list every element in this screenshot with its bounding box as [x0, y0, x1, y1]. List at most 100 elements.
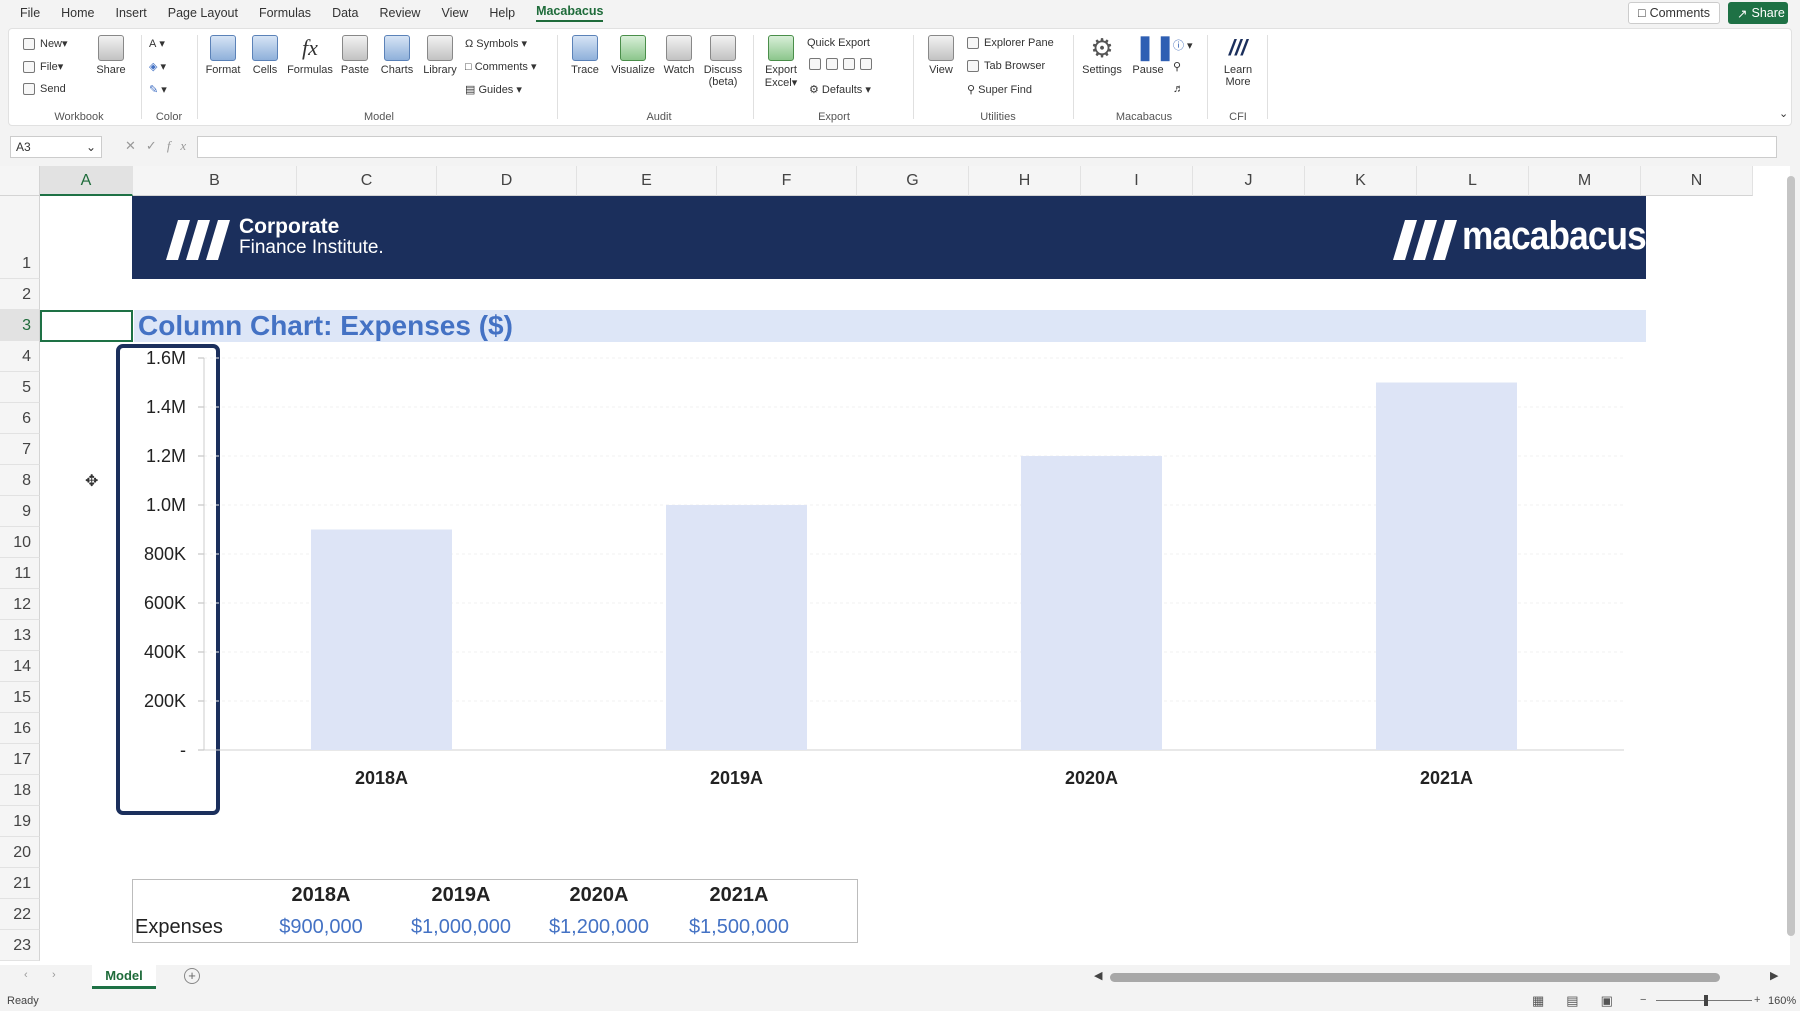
row-header-13[interactable]: 13: [0, 620, 40, 651]
sheet-nav-left-icon[interactable]: ‹: [24, 969, 28, 981]
menu-tab-insert[interactable]: Insert: [116, 6, 147, 20]
cancel-icon[interactable]: ✕: [125, 138, 146, 153]
fx-icon[interactable]: fx: [167, 138, 196, 153]
trace-button[interactable]: Trace: [565, 35, 605, 76]
column-header-a[interactable]: A: [40, 166, 133, 196]
library-button[interactable]: Library: [419, 35, 461, 76]
menu-tab-formulas[interactable]: Formulas: [259, 6, 311, 20]
add-sheet-icon[interactable]: +: [184, 968, 200, 984]
view-button[interactable]: View: [921, 35, 961, 76]
quick-export-buttons[interactable]: [809, 58, 877, 70]
row-header-4[interactable]: 4: [0, 341, 40, 372]
comments-ribbon-button[interactable]: □ Comments ▾: [465, 60, 536, 74]
column-header-n[interactable]: N: [1641, 166, 1753, 196]
zoom-slider-thumb[interactable]: [1704, 995, 1708, 1006]
row-header-7[interactable]: 7: [0, 434, 40, 465]
row-header-22[interactable]: 22: [0, 899, 40, 930]
menu-tab-help[interactable]: Help: [489, 6, 515, 20]
row-header-19[interactable]: 19: [0, 806, 40, 837]
column-header-k[interactable]: K: [1305, 166, 1417, 196]
menu-tab-file[interactable]: File: [20, 6, 40, 20]
zoom-level[interactable]: 160%: [1768, 995, 1796, 1007]
share-ribbon-button[interactable]: Share: [89, 35, 133, 76]
watch-button[interactable]: Watch: [659, 35, 699, 76]
column-header-b[interactable]: B: [133, 166, 297, 196]
row-header-12[interactable]: 12: [0, 589, 40, 620]
send-button[interactable]: Send: [23, 83, 66, 95]
border-color-button[interactable]: ✎ ▾: [149, 83, 167, 96]
row-header-23[interactable]: 23: [0, 930, 40, 961]
share-button[interactable]: ↗ Share: [1728, 2, 1788, 24]
macabacus-search-button[interactable]: ⚲: [1173, 60, 1181, 73]
super-find-button[interactable]: ⚲ Super Find: [967, 83, 1032, 97]
column-header-e[interactable]: E: [577, 166, 717, 196]
guides-button[interactable]: ▤ Guides ▾: [465, 83, 522, 97]
scroll-left-icon[interactable]: ◀: [1094, 969, 1102, 982]
fill-color-button[interactable]: ◈ ▾: [149, 60, 166, 73]
menu-tab-page-layout[interactable]: Page Layout: [168, 6, 238, 20]
row-header-17[interactable]: 17: [0, 744, 40, 775]
row-header-1[interactable]: 1: [0, 196, 40, 279]
row-header-5[interactable]: 5: [0, 372, 40, 403]
learn-more-button[interactable]: /// Learn More: [1215, 35, 1261, 88]
pause-button[interactable]: ❚❚ Pause: [1127, 35, 1175, 77]
bar[interactable]: [1021, 456, 1162, 750]
discuss-button[interactable]: Discuss (beta): [701, 35, 745, 88]
name-box[interactable]: A3 ⌄: [10, 136, 102, 158]
row-header-11[interactable]: 11: [0, 558, 40, 589]
vertical-scrollbar[interactable]: [1787, 176, 1795, 936]
sheet-tab-model[interactable]: Model: [92, 965, 156, 989]
column-header-f[interactable]: F: [717, 166, 857, 196]
menu-tab-review[interactable]: Review: [379, 6, 420, 20]
menu-tab-macabacus[interactable]: Macabacus: [536, 4, 604, 22]
row-header-9[interactable]: 9: [0, 496, 40, 527]
column-header-m[interactable]: M: [1529, 166, 1641, 196]
sheet-nav-right-icon[interactable]: ›: [52, 969, 56, 981]
help-button[interactable]: ⓘ ▾: [1173, 37, 1193, 53]
enter-icon[interactable]: ✓: [146, 138, 167, 153]
export-excel-button[interactable]: Export Excel▾: [759, 35, 803, 89]
settings-button[interactable]: ⚙ Settings: [1077, 35, 1127, 76]
page-break-icon[interactable]: ▣: [1601, 993, 1635, 1008]
charts-button[interactable]: Charts: [377, 35, 417, 76]
cells-button[interactable]: Cells: [245, 35, 285, 76]
bar[interactable]: [311, 529, 452, 751]
select-all-button[interactable]: [0, 166, 40, 196]
row-header-10[interactable]: 10: [0, 527, 40, 558]
horizontal-scrollbar[interactable]: [1110, 973, 1720, 982]
menu-tab-home[interactable]: Home: [61, 6, 94, 20]
row-header-21[interactable]: 21: [0, 868, 40, 899]
row-header-15[interactable]: 15: [0, 682, 40, 713]
column-header-h[interactable]: H: [969, 166, 1081, 196]
column-header-d[interactable]: D: [437, 166, 577, 196]
row-header-16[interactable]: 16: [0, 713, 40, 744]
row-header-18[interactable]: 18: [0, 775, 40, 806]
new-button[interactable]: New ▾: [23, 37, 68, 50]
file-button[interactable]: File ▾: [23, 60, 63, 73]
scroll-right-icon[interactable]: ▶: [1770, 969, 1778, 982]
comments-button[interactable]: □ Comments: [1628, 2, 1720, 24]
format-button[interactable]: Format: [201, 35, 245, 76]
column-header-c[interactable]: C: [297, 166, 437, 196]
row-header-2[interactable]: 2: [0, 279, 40, 310]
symbols-button[interactable]: Ω Symbols ▾: [465, 37, 527, 51]
formulas-button[interactable]: fx Formulas: [285, 35, 335, 76]
collapse-ribbon-button[interactable]: ⌄: [1779, 107, 1788, 120]
column-header-l[interactable]: L: [1417, 166, 1529, 196]
visualize-button[interactable]: Visualize: [609, 35, 657, 76]
column-header-i[interactable]: I: [1081, 166, 1193, 196]
row-header-20[interactable]: 20: [0, 837, 40, 868]
column-chart[interactable]: 1.6M 1.4M 1.2M 1.0M 800K 600K 400K 200K - 2018A 20…: [114, 344, 1654, 824]
bar[interactable]: [666, 505, 807, 750]
row-header-3[interactable]: 3: [0, 310, 40, 341]
menu-tab-view[interactable]: View: [441, 6, 468, 20]
column-header-g[interactable]: G: [857, 166, 969, 196]
zoom-out-icon[interactable]: −: [1640, 994, 1646, 1006]
column-header-j[interactable]: J: [1193, 166, 1305, 196]
bar[interactable]: [1376, 382, 1517, 751]
zoom-in-icon[interactable]: +: [1754, 994, 1760, 1006]
page-layout-icon[interactable]: ▤: [1566, 993, 1600, 1008]
formula-input[interactable]: [197, 136, 1777, 158]
selected-cell[interactable]: [40, 310, 133, 342]
explorer-pane-button[interactable]: Explorer Pane: [967, 37, 1054, 49]
